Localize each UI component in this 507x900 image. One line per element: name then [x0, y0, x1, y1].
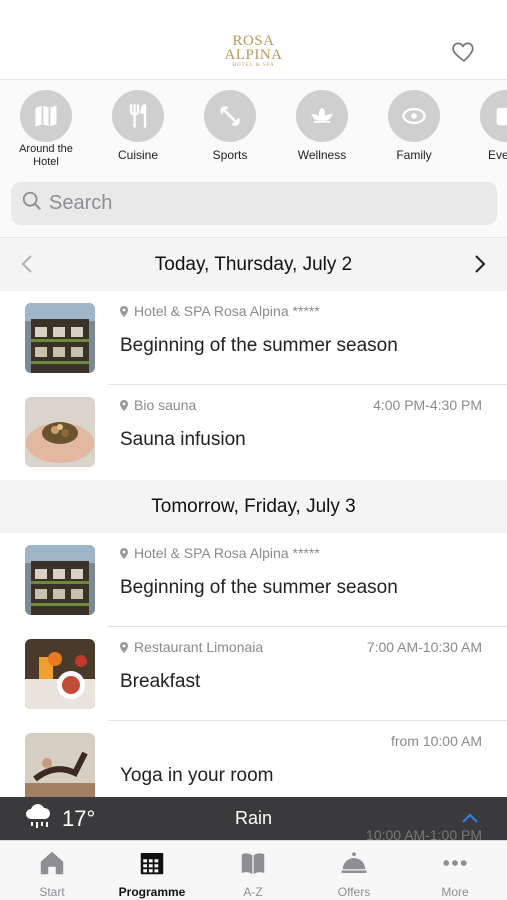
next-day-chevron-icon[interactable]	[473, 254, 487, 280]
event-location: Restaurant Limonaia	[120, 639, 263, 655]
category-label: Eve	[488, 148, 507, 162]
tab-bar: Start Programme A-Z Offers More	[0, 840, 507, 900]
event-location-text: Bio sauna	[134, 397, 197, 413]
weather-bar[interactable]: 17° Rain 10:00 AM-1:00 PM	[0, 797, 507, 843]
rosa-alpina-logo: ROSA ALPINA HOTEL & SPA	[224, 33, 283, 69]
search-input[interactable]	[49, 192, 449, 215]
event-time: 4:00 PM-4:30 PM	[373, 397, 482, 413]
event-location: Bio sauna	[120, 397, 196, 413]
tab-programme[interactable]: Programme	[107, 847, 197, 899]
search-bar[interactable]	[11, 182, 497, 225]
date-label-today: Today, Thursday, July 2	[154, 253, 353, 275]
tab-more[interactable]: More	[410, 847, 500, 899]
chevron-up-icon[interactable]	[461, 811, 479, 829]
lotus-icon	[296, 90, 348, 142]
tab-label: Programme	[118, 885, 186, 899]
category-wellness[interactable]: Wellness	[282, 90, 362, 162]
search-icon	[21, 190, 43, 217]
tab-label: A-Z	[243, 885, 263, 899]
category-events[interactable]: Eve	[466, 90, 507, 162]
arrows-icon	[204, 90, 256, 142]
category-bar: Around the Hotel Cuisine Sports Wellness…	[0, 80, 507, 170]
event-row[interactable]: Hotel & SPA Rosa Alpina ***** Beginning …	[0, 533, 507, 627]
map-icon	[20, 90, 72, 142]
event-title: Breakfast	[120, 671, 201, 692]
calendar-icon	[480, 90, 507, 142]
hotel-facade-image	[25, 545, 95, 615]
category-family[interactable]: Family	[374, 90, 454, 162]
search-area	[0, 170, 507, 238]
event-location-text: Hotel & SPA Rosa Alpina *****	[134, 303, 320, 319]
tab-start[interactable]: Start	[7, 847, 97, 899]
category-label: Family	[396, 148, 432, 162]
hotel-facade-image	[25, 303, 95, 373]
calendar-grid-icon	[107, 847, 197, 879]
location-pin-icon	[120, 547, 128, 559]
tab-offers[interactable]: Offers	[309, 847, 399, 899]
category-around-the-hotel[interactable]: Around the Hotel	[6, 90, 86, 169]
event-location-text: Restaurant Limonaia	[134, 639, 264, 655]
weather-condition: Rain	[234, 808, 273, 828]
previous-day-chevron-icon[interactable]	[20, 254, 34, 280]
event-row[interactable]: Hotel & SPA Rosa Alpina ***** Beginning …	[0, 291, 507, 385]
location-pin-icon	[120, 399, 128, 411]
date-label-tomorrow: Tomorrow, Friday, July 3	[151, 495, 356, 517]
category-label: Wellness	[297, 148, 347, 162]
category-label: Cuisine	[117, 148, 159, 162]
event-title: Beginning of the summer season	[120, 577, 398, 598]
more-dots-icon	[410, 847, 500, 879]
date-navigator: Today, Thursday, July 2	[0, 238, 507, 291]
event-title: Sauna infusion	[120, 429, 246, 450]
logo-line2: ALPINA	[224, 47, 283, 63]
event-location-text: Hotel & SPA Rosa Alpina *****	[134, 545, 320, 561]
event-location: Hotel & SPA Rosa Alpina *****	[120, 545, 320, 561]
event-row[interactable]: Restaurant Limonaia 7:00 AM-10:30 AM Bre…	[0, 627, 507, 721]
category-label: Sports	[212, 148, 248, 162]
yoga-image	[25, 733, 95, 803]
location-pin-icon	[120, 641, 128, 653]
tab-label: Start	[39, 885, 65, 899]
location-pin-icon	[120, 305, 128, 317]
day-section-header: Tomorrow, Friday, July 3	[0, 480, 507, 533]
breakfast-image	[25, 639, 95, 709]
event-time: from 10:00 AM	[390, 733, 482, 749]
tab-label: More	[441, 885, 469, 899]
event-time: 7:00 AM-10:30 AM	[366, 639, 482, 655]
book-icon	[208, 847, 298, 879]
logo-line3: HOTEL & SPA	[232, 63, 275, 68]
sauna-herbs-image	[25, 397, 95, 467]
event-row[interactable]: Bio sauna 4:00 PM-4:30 PM Sauna infusion	[0, 385, 507, 479]
tab-label: Offers	[337, 885, 371, 899]
category-cuisine[interactable]: Cuisine	[98, 90, 178, 162]
event-title: Beginning of the summer season	[120, 335, 398, 356]
app-header: ROSA ALPINA HOTEL & SPA	[0, 0, 507, 80]
event-location: Hotel & SPA Rosa Alpina *****	[120, 303, 320, 319]
event-title: Yoga in your room	[120, 765, 274, 786]
favorites-heart-icon[interactable]	[451, 38, 477, 64]
category-label: Around the Hotel	[19, 143, 73, 168]
tab-a-z[interactable]: A-Z	[208, 847, 298, 899]
category-sports[interactable]: Sports	[190, 90, 270, 162]
cloche-icon	[309, 847, 399, 879]
fork-knife-icon	[112, 90, 164, 142]
home-icon	[7, 847, 97, 879]
logo-line1: ROSA	[232, 33, 275, 49]
pacifier-icon	[388, 90, 440, 142]
